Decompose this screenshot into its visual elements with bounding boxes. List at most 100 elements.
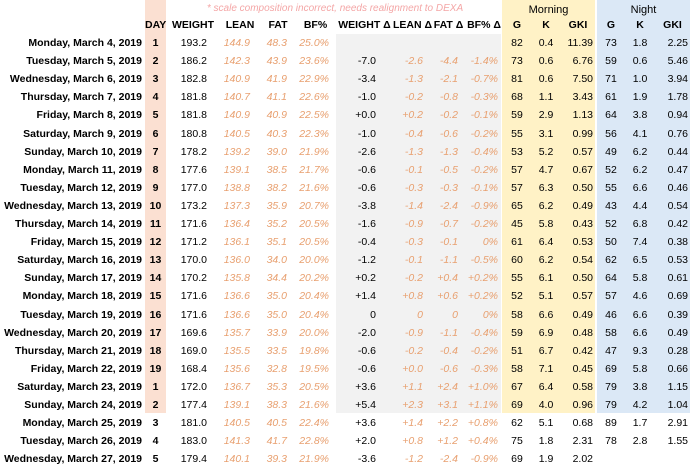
cell-date: Tuesday, March 19, 2019 [20, 308, 142, 321]
cell-night-gki: 0.94 [667, 109, 688, 122]
cell-bf: 20.4% [299, 290, 329, 303]
cell-lean: 135.5 [223, 344, 250, 357]
cell-night-k: 2.8 [632, 435, 648, 448]
cell-lean: 137.3 [223, 199, 250, 212]
cell-weight: 182.8 [180, 73, 207, 86]
cell-night-g: 56 [605, 127, 617, 140]
cell-bf-delta: -0.4% [470, 326, 498, 339]
cell-fat: 34.0 [266, 254, 287, 267]
cell-date: Monday, March 18, 2019 [22, 290, 142, 303]
cell-night-k: 1.0 [632, 73, 648, 86]
cell-night-gki: 0.47 [667, 163, 688, 176]
cell-night-k: 9.3 [632, 344, 648, 357]
cell-fat: 35.0 [266, 308, 287, 321]
cell-morning-gki: 2.31 [572, 435, 593, 448]
cell-bf: 20.5% [299, 218, 329, 230]
cell-date: Sunday, March 10, 2019 [24, 145, 142, 158]
cell-bf: 20.7% [299, 199, 329, 212]
cell-fat-delta: -2.4 [439, 453, 458, 466]
cell-morning-gki: 0.43 [572, 218, 593, 230]
cell-night-gki: 0.28 [667, 344, 688, 357]
cell-bf: 20.5% [299, 380, 329, 393]
cell-bf: 22.4% [299, 417, 329, 430]
cell-fat-delta: +0.6 [437, 290, 458, 303]
cell-weight-delta: +3.6 [355, 380, 376, 393]
cell-bf-delta: +0.8% [467, 417, 498, 430]
cell-night-k: 1.9 [632, 91, 648, 104]
cell-weight-delta: -0.4 [357, 236, 376, 249]
cell-night-k: 4.1 [632, 127, 648, 140]
cell-morning-g: 45 [511, 218, 523, 230]
cell-day: 1 [152, 37, 159, 49]
cell-morning-g: 59 [511, 326, 523, 339]
cell-fat: 35.9 [266, 199, 287, 212]
cell-date: Saturday, March 23, 2019 [17, 380, 142, 393]
cell-day: 10 [149, 199, 162, 212]
cell-morning-g: 52 [511, 290, 523, 303]
cell-fat: 40.9 [266, 109, 287, 122]
cell-night-g: 78 [605, 435, 617, 448]
cell-bf: 20.2% [299, 272, 329, 285]
cell-lean: 136.0 [223, 254, 250, 267]
cell-bf-delta: 0% [482, 308, 498, 321]
cell-night-g: 52 [605, 218, 617, 230]
cell-morning-gki: 6.76 [572, 55, 593, 68]
cell-morning-gki: 0.49 [572, 199, 593, 212]
cell-night-k: 1.8 [632, 37, 648, 49]
cell-date: Tuesday, March 26, 2019 [20, 435, 142, 448]
cell-weight: 181.8 [180, 109, 207, 122]
cell-morning-g: 58 [511, 362, 523, 375]
cell-night-g: 59 [605, 55, 617, 68]
cell-weight-delta: -0.6 [357, 163, 376, 176]
cell-bf: 21.7% [299, 163, 329, 176]
data-rows: Monday, March 4, 2019 1 193.2 144.9 48.3 25.0… [0, 0, 690, 465]
cell-lean: 140.5 [223, 127, 250, 140]
cell-night-g: 43 [605, 199, 617, 212]
cell-bf: 21.9% [299, 145, 329, 158]
cell-morning-k: 3.1 [538, 127, 554, 140]
cell-night-g: 57 [605, 290, 617, 303]
cell-lean: 140.5 [223, 417, 250, 430]
cell-night-g: 73 [605, 37, 617, 49]
cell-lean: 136.6 [223, 308, 250, 321]
cell-morning-gki: 0.58 [572, 380, 593, 393]
cell-morning-k: 6.9 [538, 326, 554, 339]
cell-weight: 180.8 [180, 127, 207, 140]
cell-night-g: 52 [605, 163, 617, 176]
cell-night-gki: 0.53 [667, 254, 688, 267]
cell-lean-delta: +0.8 [402, 290, 423, 303]
cell-day: 2 [152, 399, 159, 411]
cell-night-g: 47 [605, 344, 617, 357]
cell-morning-k: 4.0 [538, 399, 554, 411]
cell-bf-delta: +0.4% [467, 435, 498, 448]
cell-weight-delta: -0.6 [357, 344, 376, 357]
cell-morning-gki: 0.96 [572, 399, 593, 411]
cell-lean: 139.1 [223, 399, 250, 411]
cell-fat-delta: -0.3 [439, 181, 458, 194]
cell-morning-g: 69 [511, 453, 523, 466]
cell-lean: 138.8 [223, 181, 250, 194]
cell-night-k: 6.6 [632, 181, 648, 194]
cell-morning-g: 68 [511, 91, 523, 104]
cell-weight-delta: -1.2 [357, 254, 376, 267]
cell-night-gki: 5.46 [667, 55, 688, 68]
cell-morning-gki: 0.53 [572, 236, 593, 249]
cell-night-k: 6.2 [632, 163, 648, 176]
cell-morning-k: 4.7 [538, 163, 554, 176]
cell-weight: 178.2 [180, 145, 207, 158]
cell-night-k: 3.8 [632, 109, 648, 122]
cell-night-gki: 0.49 [667, 326, 688, 339]
cell-lean-delta: -2.6 [404, 55, 423, 68]
cell-night-g: 79 [605, 380, 617, 393]
cell-day: 7 [152, 145, 159, 158]
cell-morning-g: 57 [511, 181, 523, 194]
cell-lean-delta: -0.9 [404, 326, 423, 339]
cell-fat-delta: -0.6 [439, 127, 458, 140]
cell-night-k: 0.6 [632, 55, 648, 68]
cell-fat-delta: +2.4 [437, 380, 458, 393]
cell-fat-delta: 0 [452, 308, 458, 321]
cell-lean-delta: -0.1 [404, 254, 423, 267]
cell-date: Monday, March 25, 2019 [22, 417, 142, 430]
cell-night-g: 46 [605, 308, 617, 321]
cell-night-g: 62 [605, 254, 617, 267]
